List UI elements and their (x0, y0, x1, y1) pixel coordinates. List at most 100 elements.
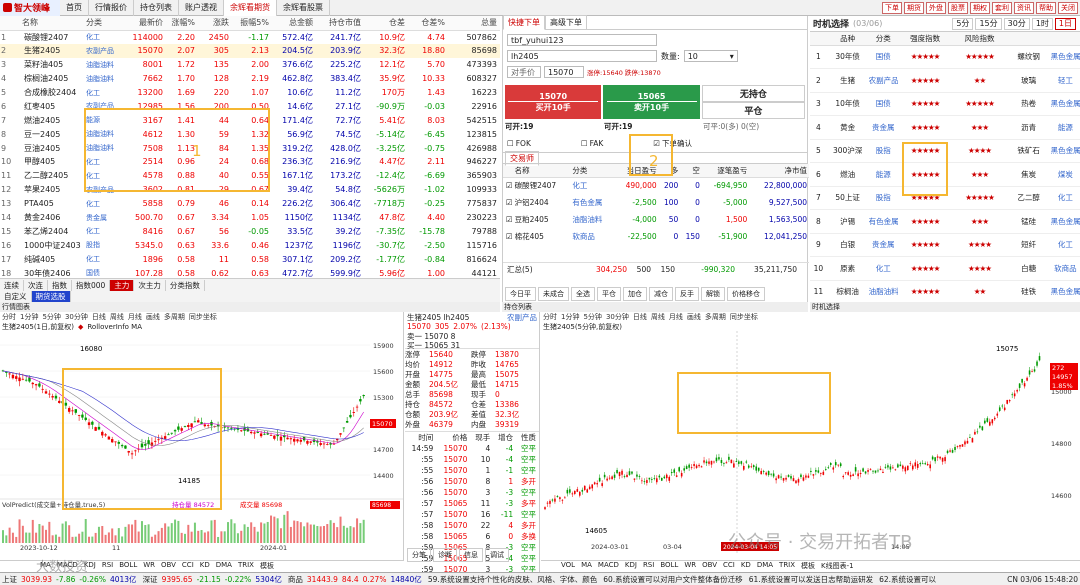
left-tool-7[interactable]: 画线 (146, 312, 160, 322)
timing-col-1[interactable]: 品种 (826, 32, 869, 46)
top-button-5[interactable]: 套利 (992, 2, 1012, 14)
price-field[interactable]: 15070 (544, 66, 584, 78)
index-0[interactable]: 上证 3039.93 -7.86 -0.26% 4013亿 (2, 574, 137, 585)
checkbox-icon[interactable]: ☑ (503, 211, 515, 228)
right-tool-6[interactable]: 月线 (669, 312, 683, 322)
quote-col-6[interactable]: 振幅5% (232, 16, 272, 31)
timing-col-6[interactable] (1050, 32, 1080, 46)
right-indicator-11[interactable]: TRIX (779, 561, 795, 572)
position-button-6[interactable]: 反手 (675, 287, 699, 301)
left-tool-9[interactable]: 同步坐标 (189, 312, 217, 322)
qb-tab-1[interactable]: 诊断 (433, 548, 457, 562)
quote-tab2-0[interactable]: 自定义 (0, 291, 32, 302)
qb-tab-3[interactable]: 调试 (485, 548, 509, 562)
top-button-4[interactable]: 期权 (970, 2, 990, 14)
right-indicator-1[interactable]: MA (581, 561, 592, 572)
pos-col-6[interactable]: 逐笔盈亏 (701, 164, 750, 178)
quote-col-5[interactable]: 涨跌 (198, 16, 232, 31)
right-indicator-0[interactable]: VOL (561, 561, 575, 572)
nav-tab-5[interactable]: 余辉看股票 (277, 0, 330, 16)
left-tool-6[interactable]: 月线 (128, 312, 142, 322)
left-indicator-10[interactable]: TRIX (238, 561, 254, 572)
period-3[interactable]: 1时 (1031, 17, 1053, 30)
table-row[interactable]: 5 合成橡胶2404 化工 13200 1.69 220 1.07 10.6亿 11.2亿 170… (0, 86, 500, 100)
right-tool-2[interactable]: 5分钟 (583, 312, 601, 322)
table-row[interactable]: 1 30年债 国债 ★★★★★ ★★★★★ 螺纹钢 黑色金属 (810, 45, 1080, 69)
left-tool-4[interactable]: 日线 (92, 312, 106, 322)
pos-col-5[interactable]: 空 (680, 164, 702, 178)
quote-col-9[interactable]: 仓差 (364, 16, 408, 31)
pos-col-1[interactable]: 名称 (514, 164, 573, 178)
timing-col-2[interactable]: 分类 (868, 32, 898, 46)
position-button-5[interactable]: 减仓 (649, 287, 673, 301)
contract-field[interactable]: lh2405 (507, 50, 657, 62)
right-indicator-4[interactable]: RSI (643, 561, 654, 572)
left-indicator-7[interactable]: CCI (182, 561, 194, 572)
period-4[interactable]: 1日 (1054, 17, 1076, 30)
quote-col-1[interactable]: 名称 (22, 16, 86, 31)
table-row[interactable]: 13 PTA405 化工 5858 0.79 46 0.14 226.2亿 306.4亿 -771… (0, 197, 500, 211)
table-row[interactable]: 8 沪锡 有色金属 ★★★★★ ★★★ 锰硅 黑色金属 (810, 209, 1080, 234)
nav-tab-3[interactable]: 账户透视 (179, 0, 224, 16)
nav-tab-2[interactable]: 持仓列表 (134, 0, 179, 16)
period-0[interactable]: 5分 (952, 17, 974, 30)
position-button-1[interactable]: 未成合 (538, 287, 569, 301)
left-tool-5[interactable]: 周线 (110, 312, 124, 322)
chart-panel-tab[interactable]: 行情图表 (0, 302, 500, 312)
right-indicator-12[interactable]: 模板 (801, 561, 815, 572)
option-0[interactable]: ☐ FOK (507, 139, 531, 148)
quote-col-3[interactable]: 最新价 (124, 16, 166, 31)
quote-tab-6[interactable]: 分类指数 (166, 279, 205, 291)
right-chart-footer[interactable]: K线图表-1 (821, 561, 854, 572)
top-button-3[interactable]: 股票 (948, 2, 968, 14)
quote-tab-4[interactable]: 主力 (110, 279, 135, 291)
timing-col-5[interactable] (1006, 32, 1051, 46)
qb-tab-0[interactable]: 分笔 (407, 548, 431, 562)
checkbox-icon[interactable]: ☑ (503, 194, 515, 211)
timing-col-4[interactable]: 风险指数 (952, 32, 1007, 46)
checkbox-icon[interactable]: ☑ (503, 228, 515, 245)
right-indicator-5[interactable]: BOLL (660, 561, 678, 572)
quote-tab2-1[interactable]: 期货选股 (31, 291, 71, 302)
right-tool-5[interactable]: 周线 (651, 312, 665, 322)
quote-tab-2[interactable]: 指数 (48, 279, 72, 291)
option-1[interactable]: ☐ FAK (581, 139, 603, 148)
top-button-7[interactable]: 帮助 (1036, 2, 1056, 14)
position-button-7[interactable]: 解锁 (701, 287, 725, 301)
left-indicator-8[interactable]: KD (200, 561, 210, 572)
quote-col-10[interactable]: 仓差% (408, 16, 448, 31)
quote-col-7[interactable]: 总金额 (272, 16, 316, 31)
left-indicator-6[interactable]: OBV (161, 561, 176, 572)
period-2[interactable]: 30分 (1003, 17, 1030, 30)
table-row[interactable]: 3 菜籽油405 油脂油料 8001 1.72 135 2.00 376.6亿 225.2亿 12… (0, 58, 500, 72)
qb-tab-2[interactable]: 信息 (459, 548, 483, 562)
timing-col-0[interactable] (810, 32, 827, 46)
right-tool-8[interactable]: 多周期 (705, 312, 726, 322)
nav-tab-0[interactable]: 首页 (60, 0, 89, 16)
quote-tab-0[interactable]: 连续 (0, 279, 24, 291)
table-row[interactable]: 11 棕榈油 油脂油料 ★★★★★ ★★ 硅铁 黑色金属 (810, 280, 1080, 304)
position-button-2[interactable]: 全选 (571, 287, 595, 301)
left-tool-3[interactable]: 30分钟 (65, 312, 88, 322)
quote-col-8[interactable]: 持仓市值 (316, 16, 364, 31)
table-row[interactable]: 4 黄金 贵金属 ★★★★★ ★★★ 沥青 能源 (810, 115, 1080, 140)
index-1[interactable]: 深证 9395.65 -21.15 -0.22% 5304亿 (143, 574, 282, 585)
quote-col-11[interactable]: 总量 (448, 16, 500, 31)
table-row[interactable]: 2 生猪2405 农副产品 15070 2.07 305 2.13 204.5亿 203.9亿 3… (0, 43, 500, 58)
right-tool-3[interactable]: 30分钟 (606, 312, 629, 322)
right-indicator-7[interactable]: OBV (702, 561, 717, 572)
table-row[interactable]: 1 碳酸锂2407 化工 114000 2.20 2450 -1.17 572.4亿 241.7… (0, 30, 500, 44)
left-indicator-3[interactable]: RSI (102, 561, 113, 572)
pos-col-0[interactable] (503, 164, 515, 178)
position-button-0[interactable]: 今日平 (505, 287, 536, 301)
top-button-1[interactable]: 期货 (904, 2, 924, 14)
right-indicator-3[interactable]: KDJ (625, 561, 637, 572)
section-tab[interactable]: 交易师 (505, 150, 539, 166)
buy-open-button[interactable]: 15070 买开10手 (505, 85, 602, 119)
top-button-6[interactable]: 资讯 (1014, 2, 1034, 14)
checkbox-icon[interactable]: ☐ (507, 139, 514, 148)
trade-tab-0[interactable]: 快捷下单 (503, 15, 545, 30)
right-kline-chart[interactable]: 1500014800146001507514605272149571.85%20… (541, 331, 1080, 553)
top-button-0[interactable]: 下单 (882, 2, 902, 14)
position-button-3[interactable]: 平仓 (597, 287, 621, 301)
